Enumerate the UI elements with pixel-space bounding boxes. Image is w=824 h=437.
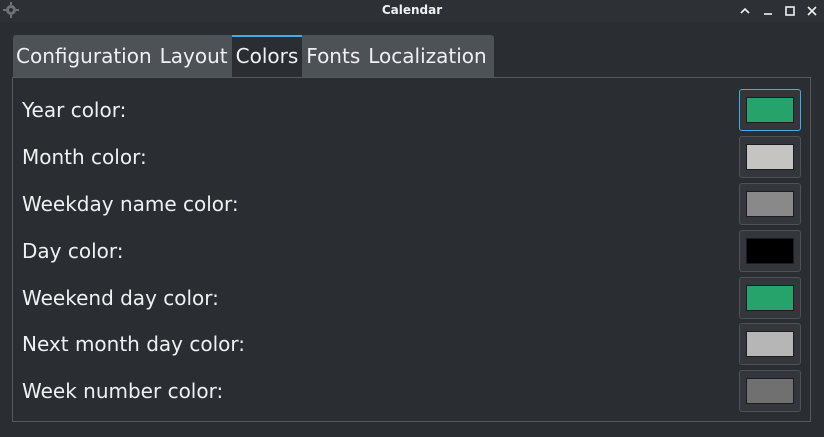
- day-color-label: Day color:: [22, 239, 124, 263]
- day-color-row: Day color:: [13, 230, 810, 277]
- tab-bar: Configuration Layout Colors Fonts Locali…: [13, 35, 494, 77]
- next-month-day-color-swatch: [746, 331, 794, 357]
- tab-colors[interactable]: Colors: [231, 35, 303, 77]
- next-month-day-color-button[interactable]: [739, 323, 801, 365]
- weekend-day-color-button[interactable]: [739, 277, 801, 319]
- weekend-day-color-row: Weekend day color:: [13, 277, 810, 324]
- month-color-label: Month color:: [22, 145, 147, 169]
- year-color-row: Year color:: [13, 89, 810, 136]
- week-number-color-swatch: [746, 378, 794, 404]
- week-number-color-button[interactable]: [739, 370, 801, 412]
- year-color-label: Year color:: [22, 98, 127, 122]
- close-icon[interactable]: [803, 2, 821, 20]
- month-color-swatch: [746, 144, 794, 170]
- month-color-row: Month color:: [13, 136, 810, 183]
- week-number-color-label: Week number color:: [22, 379, 224, 403]
- year-color-swatch: [746, 97, 794, 123]
- weekend-day-color-swatch: [746, 285, 794, 311]
- day-color-button[interactable]: [739, 230, 801, 272]
- tab-localization[interactable]: Localization: [364, 35, 494, 77]
- weekday-name-color-row: Weekday name color:: [13, 183, 810, 230]
- next-month-day-color-row: Next month day color:: [13, 323, 810, 370]
- colors-panel: Year color: Month color: Weekday name co…: [12, 77, 811, 422]
- weekday-name-color-swatch: [746, 191, 794, 217]
- day-color-swatch: [746, 238, 794, 264]
- window-title: Calendar: [381, 3, 443, 17]
- year-color-button[interactable]: [739, 89, 801, 131]
- weekend-day-color-label: Weekend day color:: [22, 286, 219, 310]
- tab-fonts[interactable]: Fonts: [302, 35, 365, 77]
- maximize-icon[interactable]: [781, 2, 799, 20]
- weekday-name-color-label: Weekday name color:: [22, 192, 239, 216]
- minimize-icon[interactable]: [759, 2, 777, 20]
- title-bar: Calendar: [0, 0, 824, 22]
- next-month-day-color-label: Next month day color:: [22, 332, 245, 356]
- tab-configuration[interactable]: Configuration: [13, 35, 156, 77]
- week-number-color-row: Week number color:: [13, 370, 810, 417]
- weekday-name-color-button[interactable]: [739, 183, 801, 225]
- keep-above-icon[interactable]: [736, 2, 754, 20]
- tab-layout[interactable]: Layout: [155, 35, 232, 77]
- month-color-button[interactable]: [739, 136, 801, 178]
